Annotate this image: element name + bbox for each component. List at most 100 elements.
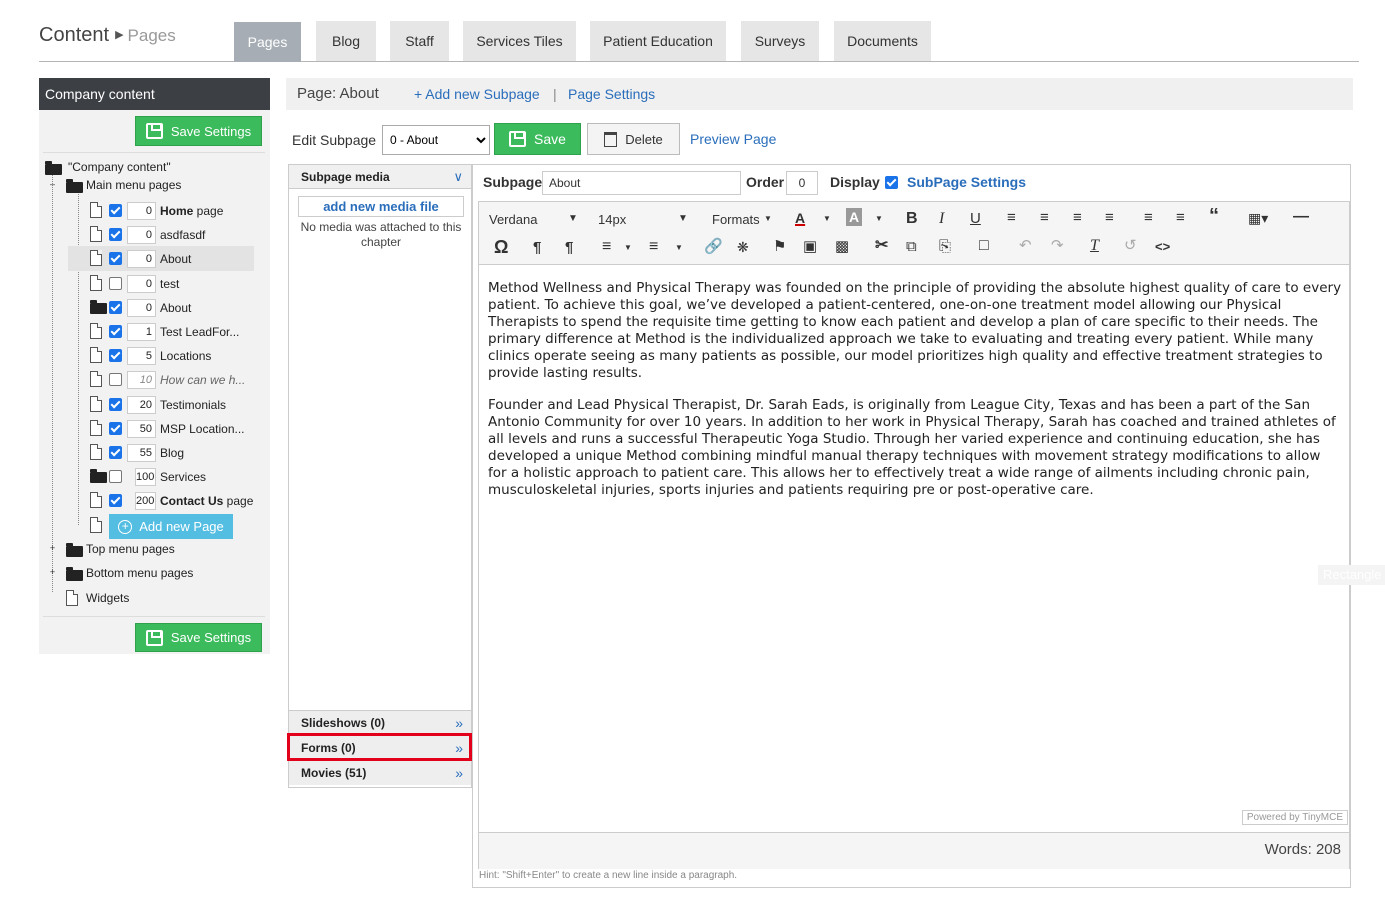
align-left-icon[interactable]: ≡ (1007, 209, 1016, 227)
page-order-input[interactable]: 10 (127, 371, 156, 389)
editor-content[interactable]: Method Wellness and Physical Therapy was… (488, 280, 1343, 514)
page-order-input[interactable]: 5 (127, 347, 156, 365)
page-order-input[interactable]: 0 (127, 299, 156, 317)
save-settings-button-top[interactable]: Save Settings (135, 116, 262, 146)
page-label[interactable]: Locations (160, 349, 211, 363)
page-visible-checkbox[interactable] (109, 325, 122, 338)
tab-services-tiles[interactable]: Services Tiles (463, 21, 576, 61)
source-code-icon[interactable]: <> (1155, 238, 1170, 256)
page-label[interactable]: Testimonials (160, 398, 226, 412)
underline-icon[interactable]: U (970, 210, 981, 228)
page-order-input[interactable]: 200 (135, 492, 156, 510)
page-visible-checkbox[interactable] (109, 228, 122, 241)
page-visible-checkbox[interactable] (109, 422, 122, 435)
page-visible-checkbox[interactable] (109, 470, 122, 483)
align-center-icon[interactable]: ≡ (1040, 209, 1049, 227)
page-label[interactable]: MSP Location... (160, 422, 245, 436)
tree-widgets[interactable]: Widgets (86, 591, 129, 605)
cut-icon[interactable]: ✂ (875, 237, 888, 255)
page-visible-checkbox[interactable] (109, 398, 122, 411)
subpage-name-input[interactable]: About (542, 171, 741, 195)
formats-menu[interactable]: Formats (712, 211, 760, 229)
undo-icon[interactable]: ↶ (1019, 237, 1032, 255)
subpage-select[interactable]: 0 - About (382, 125, 490, 155)
caret-down-icon[interactable]: ▼ (678, 210, 688, 228)
indent-icon[interactable]: ≡ (1176, 209, 1185, 227)
content-paragraph[interactable]: Founder and Lead Physical Therapist, Dr.… (488, 397, 1343, 499)
bookmark-icon[interactable]: ⚑ (773, 238, 786, 256)
page-order-input[interactable]: 1 (127, 323, 156, 341)
unlink-icon[interactable]: ❋ (737, 238, 749, 256)
collapse-icon[interactable]: – (48, 180, 57, 190)
font-family-select[interactable]: Verdana (489, 211, 537, 229)
preview-page-link[interactable]: Preview Page (690, 131, 776, 147)
blockquote-icon[interactable]: “ (1209, 206, 1219, 226)
display-checkbox[interactable] (885, 176, 898, 189)
tab-surveys[interactable]: Surveys (741, 21, 819, 61)
background-color-icon[interactable]: A (846, 208, 862, 226)
subpage-settings-link[interactable]: SubPage Settings (907, 174, 1026, 190)
expand-icon[interactable]: + (48, 544, 57, 554)
numbered-list-icon[interactable]: ≡ (649, 238, 658, 256)
delete-button[interactable]: Delete (587, 123, 680, 155)
bold-icon[interactable]: B (906, 210, 918, 228)
page-order-input[interactable]: 0 (127, 250, 156, 268)
slideshows-accordion[interactable]: Slideshows (0) » (289, 710, 471, 735)
horizontal-rule-icon[interactable]: — (1293, 208, 1309, 226)
paste-icon[interactable]: ⎘ (939, 238, 951, 256)
page-label[interactable]: Services (160, 470, 206, 484)
page-order-input[interactable]: 0 (127, 226, 156, 244)
tree-bottom-menu[interactable]: Bottom menu pages (86, 566, 193, 580)
page-visible-checkbox[interactable] (109, 349, 122, 362)
tab-pages[interactable]: Pages (234, 22, 301, 62)
caret-down-icon[interactable]: ▼ (624, 239, 632, 257)
page-label[interactable]: Blog (160, 446, 184, 460)
page-order-input[interactable]: 0 (127, 275, 156, 293)
caret-down-icon[interactable]: ▼ (764, 210, 772, 228)
media-icon[interactable]: ▩ (835, 238, 849, 256)
add-new-page-button[interactable]: + Add new Page (109, 514, 233, 539)
add-subpage-link[interactable]: + Add new Subpage (414, 78, 540, 110)
font-size-select[interactable]: 14px (598, 211, 626, 229)
redo-icon[interactable]: ↷ (1051, 237, 1064, 255)
special-char-icon[interactable]: Ω (494, 238, 508, 256)
page-order-input[interactable]: 50 (127, 420, 156, 438)
tab-patient-education[interactable]: Patient Education (590, 21, 726, 61)
page-order-input[interactable]: 55 (127, 444, 156, 462)
table-icon[interactable]: ▦▾ (1248, 209, 1268, 227)
align-justify-icon[interactable]: ≡ (1105, 209, 1114, 227)
ltr-paragraph-icon[interactable]: ¶ (533, 239, 541, 257)
clear-format-icon[interactable]: T (1090, 237, 1099, 255)
caret-down-icon[interactable]: ▼ (568, 210, 578, 228)
powered-by-label[interactable]: Powered by TinyMCE (1241, 810, 1348, 825)
page-order-input[interactable]: 20 (127, 396, 156, 414)
page-visible-checkbox[interactable] (109, 373, 122, 386)
page-label[interactable]: Test LeadFor... (160, 325, 239, 339)
media-panel-header[interactable]: Subpage media ∨ (289, 165, 471, 189)
page-label[interactable]: About (160, 252, 191, 266)
expand-icon[interactable]: + (48, 568, 57, 578)
link-icon[interactable]: 🔗 (704, 238, 723, 256)
collapse-chevron-icon[interactable]: ∨ (453, 165, 463, 189)
caret-down-icon[interactable]: ▼ (823, 210, 831, 228)
page-order-input[interactable]: 0 (127, 202, 156, 220)
align-right-icon[interactable]: ≡ (1073, 209, 1082, 227)
save-settings-button-bottom[interactable]: Save Settings (135, 623, 262, 652)
tab-documents[interactable]: Documents (834, 21, 931, 61)
save-button[interactable]: Save (494, 123, 581, 155)
caret-down-icon[interactable]: ▼ (675, 239, 683, 257)
tab-staff[interactable]: Staff (390, 21, 449, 61)
page-label[interactable]: How can we h... (160, 373, 245, 387)
page-visible-checkbox[interactable] (109, 301, 122, 314)
add-media-file-button[interactable]: add new media file (298, 196, 464, 217)
page-label[interactable]: Home page (160, 204, 223, 218)
page-visible-checkbox[interactable] (109, 277, 122, 290)
bullet-list-icon[interactable]: ≡ (602, 238, 611, 256)
tab-blog[interactable]: Blog (316, 21, 376, 61)
copy-icon[interactable]: ⧉ (906, 238, 917, 256)
movies-accordion[interactable]: Movies (51) » (289, 760, 471, 785)
page-settings-link[interactable]: Page Settings (568, 78, 655, 110)
italic-icon[interactable]: I (939, 210, 944, 228)
caret-down-icon[interactable]: ▼ (875, 210, 883, 228)
image-icon[interactable]: ▣ (803, 238, 817, 256)
